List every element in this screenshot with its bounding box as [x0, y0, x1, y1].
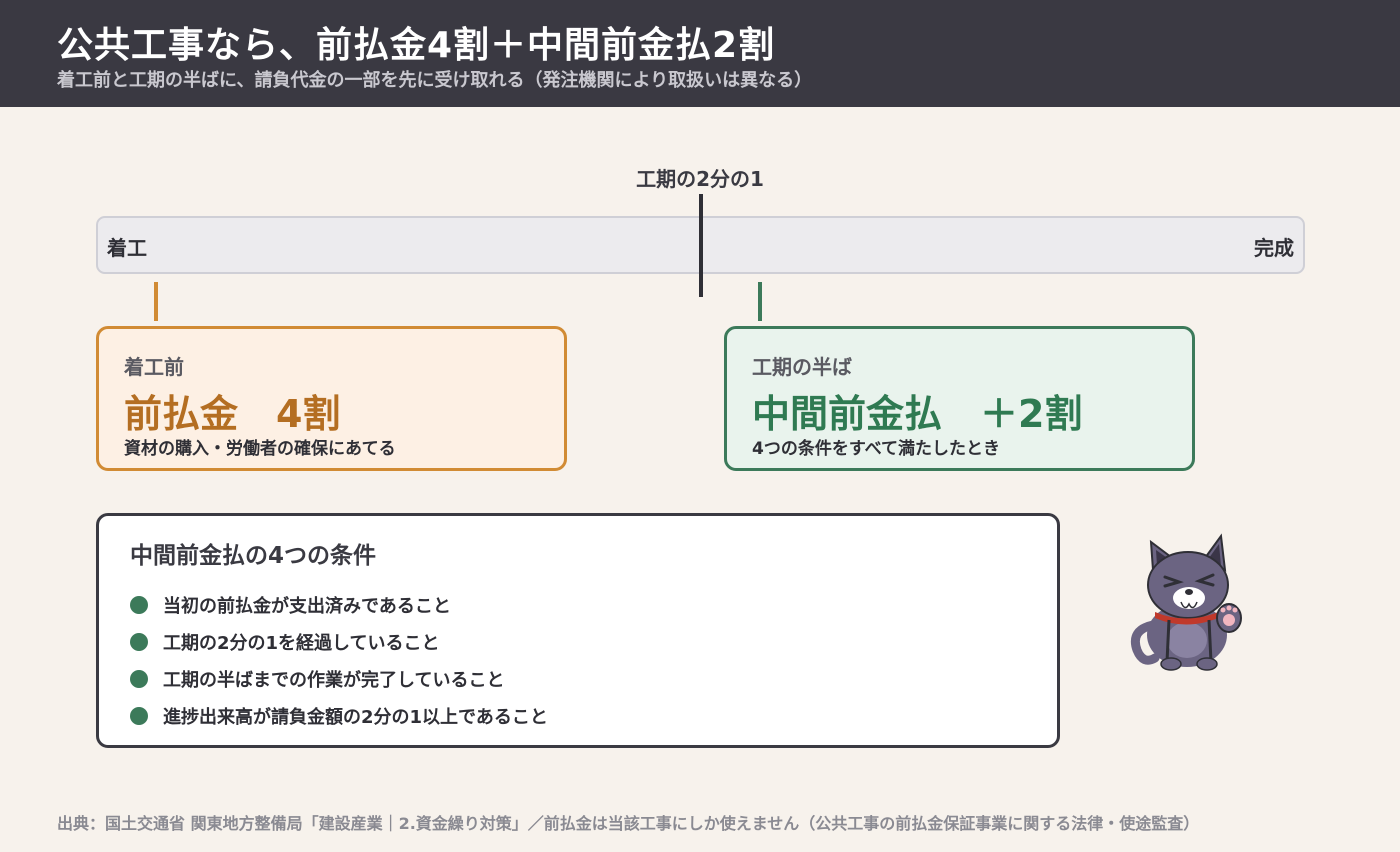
- list-item: 当初の前払金が支出済みであること: [130, 586, 548, 623]
- bullet-dot-icon: [130, 632, 148, 651]
- bullet-dot-icon: [130, 595, 148, 614]
- page-title: 公共工事なら、前払金4割＋中間前金払2割: [57, 25, 776, 66]
- interim-payment-label: 工期の半ば: [752, 355, 852, 379]
- midpoint-marker: [699, 194, 703, 297]
- footer-source: 出典：国土交通省 関東地方整備局「建設産業｜2.資金繰り対策」／前払金は当該工事…: [57, 814, 1200, 833]
- before-stage-connector: [154, 282, 158, 321]
- page-subtitle: 着工前と工期の半ばに、請負代金の一部を先に受け取れる（発注機関により取扱いは異な…: [57, 70, 813, 91]
- advance-payment-note: 資材の購入・労働者の確保にあてる: [124, 439, 396, 459]
- timeline-start-label: 着工: [107, 236, 147, 260]
- bullet-dot-icon: [130, 669, 148, 688]
- mid-stage-connector: [758, 282, 762, 321]
- midpoint-label: 工期の2分の1: [636, 167, 764, 191]
- interim-payment-note: 4つの条件をすべて満たしたとき: [752, 439, 1000, 459]
- list-item: 進捗出来高が請負金額の2分の1以上であること: [130, 697, 548, 734]
- interim-payment-amount: 中間前金払 ＋2割: [752, 392, 1083, 436]
- condition-text: 工期の半ばまでの作業が完了していること: [163, 669, 505, 691]
- list-item: 工期の2分の1を経過していること: [130, 623, 548, 660]
- condition-text: 当初の前払金が支出済みであること: [163, 595, 451, 617]
- condition-text: 工期の2分の1を経過していること: [163, 632, 440, 654]
- advance-payment-label: 着工前: [124, 355, 184, 379]
- list-item: 工期の半ばまでの作業が完了していること: [130, 660, 548, 697]
- bullet-dot-icon: [130, 706, 148, 725]
- cat-mascot-icon: [1130, 533, 1242, 671]
- timeline-end-label: 完成: [1254, 236, 1294, 260]
- header: 公共工事なら、前払金4割＋中間前金払2割 着工前と工期の半ばに、請負代金の一部を…: [0, 0, 1400, 107]
- conditions-list: 当初の前払金が支出済みであること 工期の2分の1を経過していること 工期の半ばま…: [130, 586, 548, 734]
- interim-payment-card: 工期の半ば 中間前金払 ＋2割 4つの条件をすべて満たしたとき: [724, 326, 1195, 471]
- conditions-title: 中間前金払の4つの条件: [130, 543, 377, 569]
- advance-payment-amount: 前払金 4割: [124, 392, 341, 436]
- conditions-panel: 中間前金払の4つの条件 当初の前払金が支出済みであること 工期の2分の1を経過し…: [96, 513, 1060, 748]
- condition-text: 進捗出来高が請負金額の2分の1以上であること: [163, 706, 548, 728]
- advance-payment-card: 着工前 前払金 4割 資材の購入・労働者の確保にあてる: [96, 326, 567, 471]
